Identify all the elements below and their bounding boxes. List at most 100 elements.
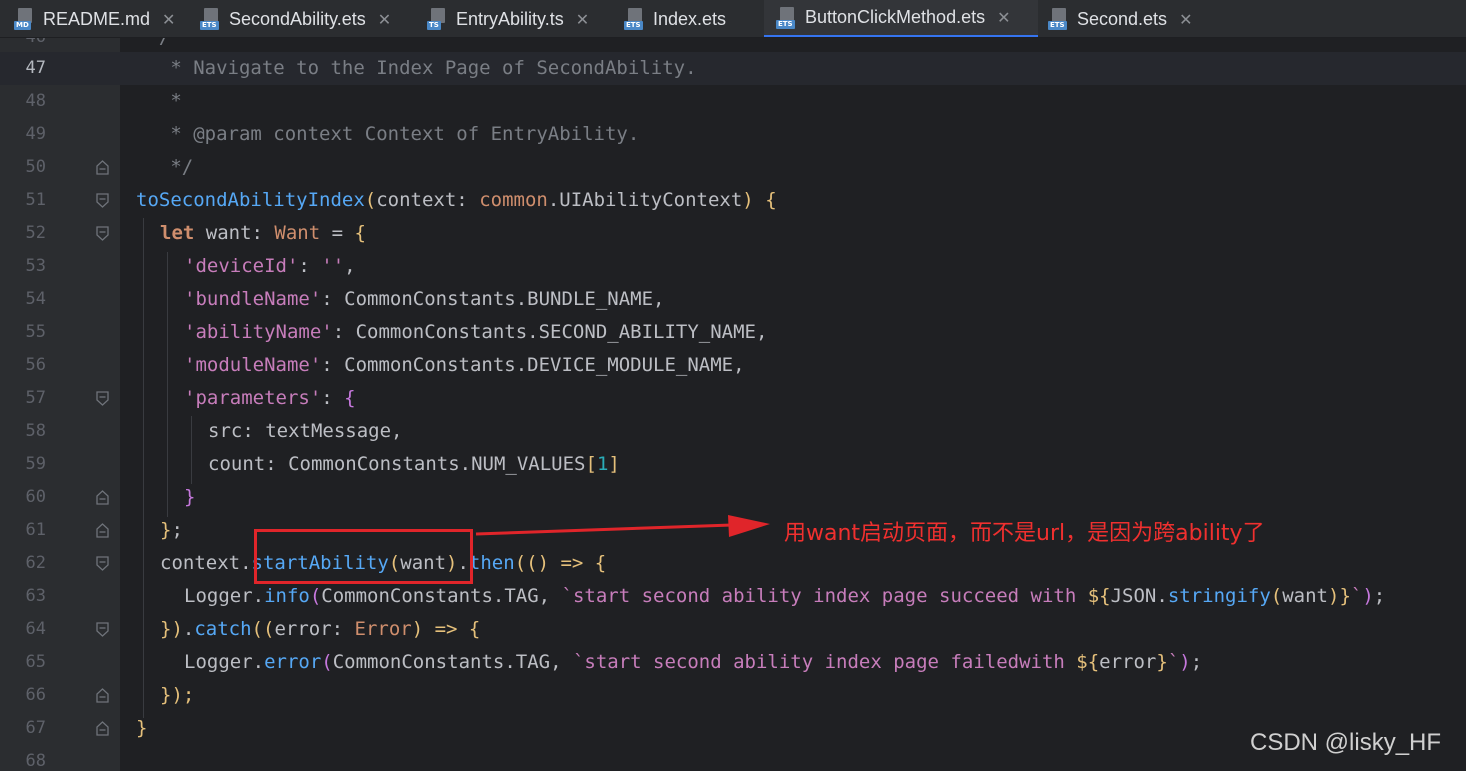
- close-icon[interactable]: ✕: [378, 10, 391, 29]
- code-text: src: textMessage,: [208, 420, 403, 442]
- code-text: toSecondAbilityIndex(context: common.UIA…: [136, 189, 777, 211]
- tab-index[interactable]: ETS Index.ets: [624, 0, 764, 37]
- code-line[interactable]: 62 context.startAbility(want).then(() =>…: [0, 547, 1466, 580]
- close-icon[interactable]: ✕: [576, 10, 589, 29]
- tab-entry-ability[interactable]: TS EntryAbility.ts ✕: [427, 0, 615, 37]
- line-number: 60: [25, 487, 46, 507]
- line-number: 48: [25, 91, 46, 111]
- ets-file-icon: ETS: [1048, 8, 1070, 30]
- code-line[interactable]: 55 'abilityName': CommonConstants.SECOND…: [0, 316, 1466, 349]
- fold-end-icon[interactable]: [96, 688, 109, 703]
- line-number: 65: [25, 652, 46, 672]
- fold-end-icon[interactable]: [96, 160, 109, 175]
- code-line[interactable]: 49 * @param context Context of EntryAbil…: [0, 118, 1466, 151]
- code-text: }).catch((error: Error) => {: [160, 618, 481, 640]
- close-icon[interactable]: ✕: [997, 8, 1010, 27]
- fold-end-icon[interactable]: [96, 721, 109, 736]
- annotation-arrow-icon: [475, 515, 770, 537]
- code-line[interactable]: 58 src: textMessage,: [0, 415, 1466, 448]
- tab-second-ability[interactable]: ETS SecondAbility.ets ✕: [200, 0, 418, 37]
- tab-second[interactable]: ETS Second.ets ✕: [1048, 0, 1208, 37]
- line-number: 61: [25, 520, 46, 540]
- tab-readme[interactable]: MD README.md ✕: [14, 0, 194, 37]
- close-icon[interactable]: ✕: [1179, 10, 1192, 29]
- code-text: 'moduleName': CommonConstants.DEVICE_MOD…: [184, 354, 745, 376]
- code-line[interactable]: 63 Logger.info(CommonConstants.TAG, `sta…: [0, 580, 1466, 613]
- code-text: let want: Want = {: [160, 222, 366, 244]
- code-text: }: [136, 717, 148, 739]
- highlight-box: [254, 529, 473, 584]
- code-line[interactable]: 65 Logger.error(CommonConstants.TAG, `st…: [0, 646, 1466, 679]
- tab-button-click-method[interactable]: ETS ButtonClickMethod.ets ✕: [764, 0, 1038, 37]
- line-number: 62: [25, 553, 46, 573]
- code-text: Logger.error(CommonConstants.TAG, `start…: [184, 651, 1203, 673]
- ets-file-icon: ETS: [200, 8, 222, 30]
- ets-file-icon: ETS: [776, 6, 798, 29]
- line-number: 66: [25, 685, 46, 705]
- line-number: 53: [25, 256, 46, 276]
- line-number: 67: [25, 718, 46, 738]
- fold-start-icon[interactable]: [96, 622, 109, 637]
- line-number: 57: [25, 388, 46, 408]
- tab-label: Second.ets: [1077, 8, 1168, 29]
- line-number: 50: [25, 157, 46, 177]
- code-text: count: CommonConstants.NUM_VALUES[1]: [208, 453, 620, 475]
- code-text: 'abilityName': CommonConstants.SECOND_AB…: [184, 321, 768, 343]
- code-line[interactable]: 48 *: [0, 85, 1466, 118]
- line-number: 59: [25, 454, 46, 474]
- code-line[interactable]: 66 });: [0, 679, 1466, 712]
- code-text: };: [160, 519, 183, 541]
- code-line[interactable]: 52 let want: Want = {: [0, 217, 1466, 250]
- code-line[interactable]: 64 }).catch((error: Error) => {: [0, 613, 1466, 646]
- tab-label: EntryAbility.ts: [456, 8, 564, 29]
- tab-label: ButtonClickMethod.ets: [805, 7, 986, 27]
- ts-file-icon: TS: [427, 8, 449, 30]
- line-number: 55: [25, 322, 46, 342]
- code-text: * @param context Context of EntryAbility…: [136, 123, 640, 145]
- editor-tab-bar: MD README.md ✕ ETS SecondAbility.ets ✕ T…: [0, 0, 1466, 38]
- tab-label: SecondAbility.ets: [229, 8, 366, 29]
- close-icon[interactable]: ✕: [162, 10, 175, 29]
- code-line[interactable]: 54 'bundleName': CommonConstants.BUNDLE_…: [0, 283, 1466, 316]
- code-text: Logger.info(CommonConstants.TAG, `start …: [184, 585, 1386, 607]
- markdown-file-icon: MD: [14, 8, 36, 30]
- code-line[interactable]: 67 }: [0, 712, 1466, 745]
- line-number: 54: [25, 289, 46, 309]
- tab-label: Index.ets: [653, 8, 727, 29]
- code-text: 'deviceId': '',: [184, 255, 356, 277]
- code-text: *: [136, 90, 182, 112]
- code-text: * Navigate to the Index Page of SecondAb…: [136, 57, 697, 79]
- code-line[interactable]: 68: [0, 745, 1466, 771]
- code-text: */: [136, 156, 194, 178]
- code-text: }: [184, 486, 196, 508]
- code-line[interactable]: 57 'parameters': {: [0, 382, 1466, 415]
- fold-start-icon[interactable]: [96, 193, 109, 208]
- tab-label: README.md: [43, 8, 151, 29]
- code-line[interactable]: 59 count: CommonConstants.NUM_VALUES[1]: [0, 448, 1466, 481]
- code-text: 'parameters': {: [184, 387, 356, 409]
- line-number: 64: [25, 619, 46, 639]
- fold-start-icon[interactable]: [96, 391, 109, 406]
- line-number: 56: [25, 355, 46, 375]
- annotation-note: 用want启动页面，而不是url，是因为跨ability了: [784, 521, 1265, 546]
- fold-start-icon[interactable]: [96, 226, 109, 241]
- line-number: 52: [25, 223, 46, 243]
- code-editor[interactable]: 46 /** 47 * Navigate to the Index Page o…: [0, 38, 1466, 771]
- line-number: 68: [25, 751, 46, 771]
- code-line[interactable]: 51 toSecondAbilityIndex(context: common.…: [0, 184, 1466, 217]
- fold-end-icon[interactable]: [96, 523, 109, 538]
- watermark: CSDN @lisky_HF: [1250, 729, 1442, 756]
- fold-start-icon[interactable]: [96, 556, 109, 571]
- line-number: 58: [25, 421, 46, 441]
- ets-file-icon: ETS: [624, 8, 646, 30]
- fold-end-icon[interactable]: [96, 490, 109, 505]
- code-line[interactable]: 53 'deviceId': '',: [0, 250, 1466, 283]
- code-line-current[interactable]: 47 * Navigate to the Index Page of Secon…: [0, 52, 1466, 85]
- code-line[interactable]: 50 */: [0, 151, 1466, 184]
- line-number: 47: [25, 58, 46, 78]
- line-number: 63: [25, 586, 46, 606]
- line-number: 49: [25, 124, 46, 144]
- code-line[interactable]: 56 'moduleName': CommonConstants.DEVICE_…: [0, 349, 1466, 382]
- code-text: });: [160, 684, 195, 706]
- line-number: 51: [25, 190, 46, 210]
